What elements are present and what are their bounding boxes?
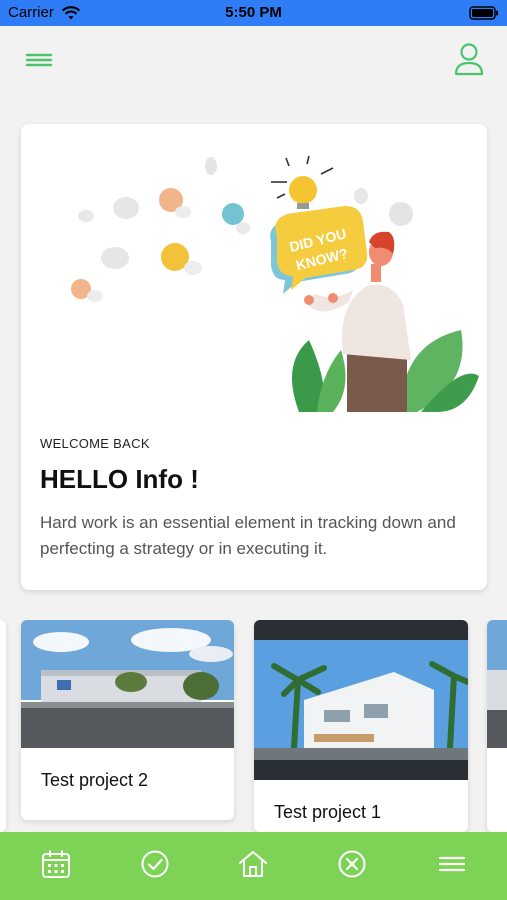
status-bar: Carrier 5:50 PM <box>0 0 507 26</box>
cancel-circle-icon[interactable] <box>336 848 368 880</box>
did-you-know-illustration: DID YOU KNOW? <box>71 155 479 412</box>
calendar-icon[interactable] <box>40 848 72 880</box>
project-card[interactable]: Test project 1 <box>254 620 468 832</box>
project-photo <box>254 620 468 780</box>
battery-icon <box>469 6 498 20</box>
project-card-previous[interactable] <box>0 620 6 832</box>
top-nav <box>0 26 507 96</box>
project-card-next[interactable] <box>487 620 507 832</box>
bottom-tab-bar <box>0 832 507 900</box>
project-title: Test project 1 <box>274 802 382 822</box>
check-circle-icon[interactable] <box>139 848 171 880</box>
project-photo <box>21 620 234 748</box>
project-photo <box>487 620 507 748</box>
hamburger-menu-icon[interactable] <box>436 848 468 880</box>
home-icon[interactable] <box>237 848 269 880</box>
hamburger-menu-icon[interactable] <box>24 46 54 74</box>
welcome-title: HELLO Info ! <box>40 464 199 494</box>
projects-carousel[interactable]: Test project 2 Test project 1 <box>0 620 507 832</box>
clock: 5:50 PM <box>225 4 282 21</box>
welcome-card: DID YOU KNOW? WELCOME BACK HELLO Info ! … <box>21 124 487 590</box>
project-card[interactable]: Test project 2 <box>21 620 234 820</box>
user-profile-icon[interactable] <box>453 42 485 76</box>
welcome-label: WELCOME BACK <box>40 436 150 451</box>
welcome-message: Hard work is an essential element in tra… <box>40 513 456 558</box>
project-title: Test project 2 <box>41 770 149 790</box>
